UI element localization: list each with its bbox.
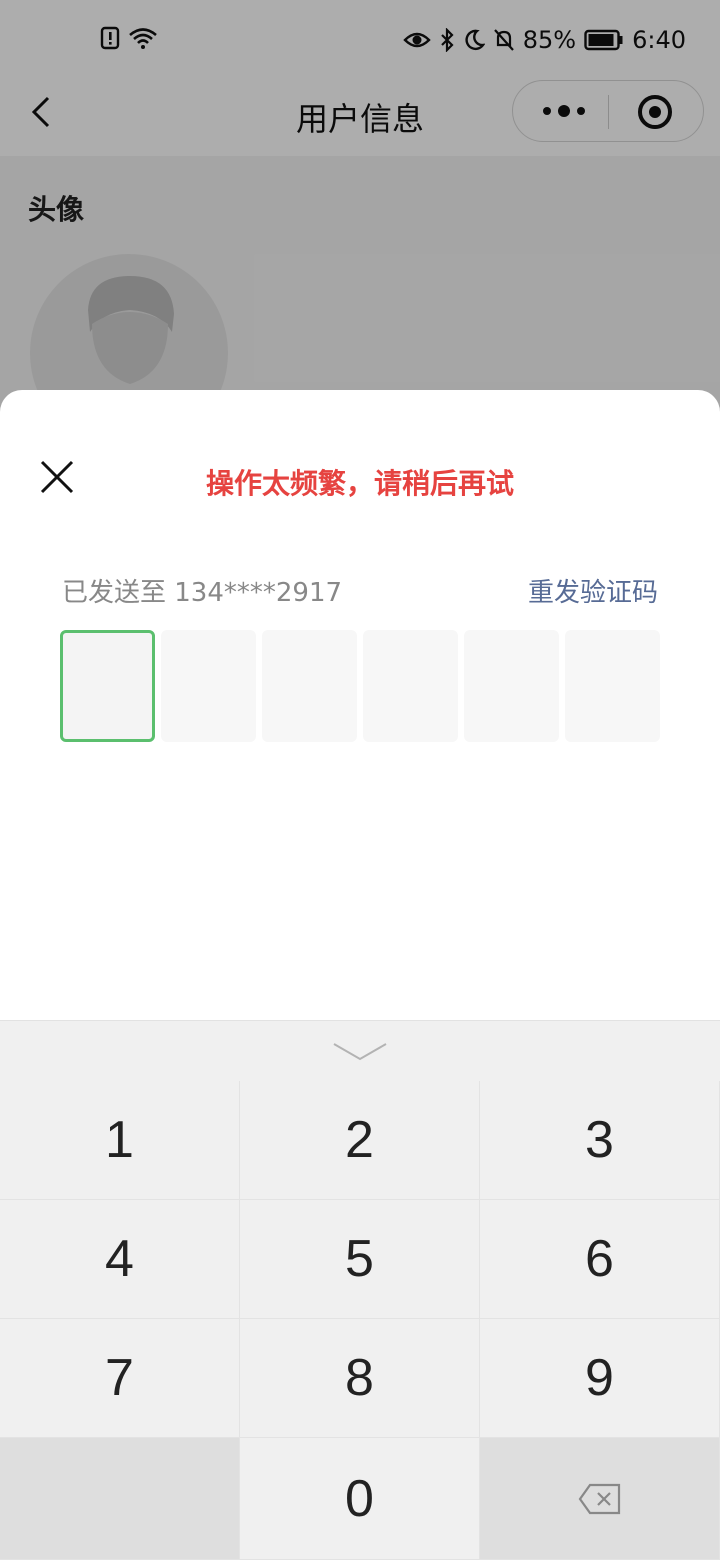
key-0[interactable]: 0 — [240, 1438, 480, 1560]
backspace-icon — [578, 1483, 620, 1514]
code-digit-box[interactable] — [60, 630, 155, 742]
key-4[interactable]: 4 — [0, 1200, 240, 1319]
key-backspace[interactable] — [480, 1438, 720, 1560]
key-2[interactable]: 2 — [240, 1081, 480, 1200]
key-9[interactable]: 9 — [480, 1319, 720, 1438]
key-1[interactable]: 1 — [0, 1081, 240, 1200]
key-6[interactable]: 6 — [480, 1200, 720, 1319]
keypad-keys: 123 456 7890 — [0, 1081, 720, 1560]
keypad-header — [0, 1020, 720, 1082]
code-digit-box[interactable] — [464, 630, 559, 742]
screen: 85% 6:40 用户信息 头像 操作太频繁，请稍后再试 已发送至 134***… — [0, 0, 720, 1560]
chevron-down-icon[interactable] — [332, 1041, 388, 1063]
error-message: 操作太频繁，请稍后再试 — [205, 467, 514, 500]
sent-to-text: 已发送至 134****2917 — [62, 578, 343, 608]
code-digit-box[interactable] — [363, 630, 458, 742]
numeric-keypad: 123 456 7890 — [0, 1020, 720, 1560]
code-digit-box[interactable] — [565, 630, 660, 742]
key-7[interactable]: 7 — [0, 1319, 240, 1438]
key-8[interactable]: 8 — [240, 1319, 480, 1438]
code-digit-box[interactable] — [262, 630, 357, 742]
code-input-row — [60, 630, 660, 742]
verify-code-sheet: 操作太频繁，请稍后再试 已发送至 134****2917 重发验证码 — [0, 390, 720, 1020]
key-3[interactable]: 3 — [480, 1081, 720, 1200]
key-5[interactable]: 5 — [240, 1200, 480, 1319]
key-empty — [0, 1438, 240, 1560]
resend-code-link[interactable]: 重发验证码 — [528, 572, 658, 609]
code-digit-box[interactable] — [161, 630, 256, 742]
